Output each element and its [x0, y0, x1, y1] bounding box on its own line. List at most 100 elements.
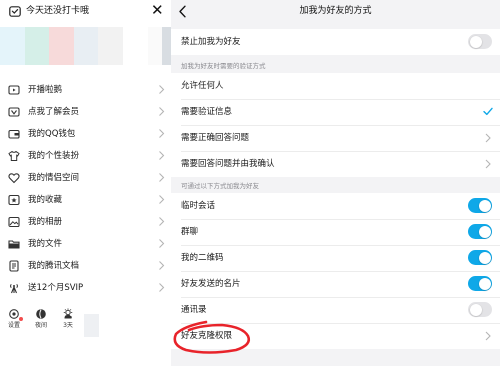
- add-methods-card: 临时会话 群聊 我的二维码 好友发送的名片 通讯录 好友克隆权限: [171, 193, 500, 349]
- photo-icon: [8, 216, 20, 228]
- group-chat-toggle[interactable]: [468, 224, 492, 239]
- method-row-group-chat[interactable]: 群聊: [171, 219, 500, 245]
- method-row-qr-code[interactable]: 我的二维码: [171, 245, 500, 271]
- menu-item-label: 送12个月SVIP: [28, 283, 84, 293]
- friend-add-settings-page: 加我为好友的方式 禁止加我为好友 加我为好友时需要的验证方式 允许任何人 需要验…: [171, 0, 500, 366]
- check-in-status[interactable]: 今天还没打卡哦: [26, 6, 89, 17]
- weather-label: 3天: [63, 322, 73, 329]
- menu-item-wallet[interactable]: 我的QQ钱包: [0, 123, 171, 145]
- menu-item-label: 点我了解会员: [28, 107, 80, 117]
- menu-item-files[interactable]: 我的文件: [0, 233, 171, 255]
- section-header-verification: 加我为好友时需要的验证方式: [181, 62, 266, 70]
- pinned-item[interactable]: [123, 27, 148, 65]
- menu-item-label: 我的相册: [28, 217, 63, 227]
- side-drawer: 今天还没打卡哦 ✕ 开播啦鹅 点我了解会员 我的QQ钱包 我的个性装扮 我的情侣…: [0, 0, 172, 366]
- night-mode-label: 夜间: [34, 322, 47, 329]
- toggle-knob: [478, 199, 491, 212]
- verify-option-answer-and-confirm[interactable]: 需要回答问题并由我确认: [171, 151, 500, 177]
- toggle-knob: [469, 35, 482, 48]
- shirt-icon: [8, 150, 20, 161]
- business-card-toggle[interactable]: [468, 276, 492, 291]
- pinned-items-strip[interactable]: [0, 27, 172, 65]
- chevron-right-icon: [159, 107, 165, 116]
- nav-bar: 加我为好友的方式: [171, 0, 500, 24]
- drawer-bottom-bar: 设置 夜间 3天: [0, 300, 171, 366]
- menu-item-outfit[interactable]: 我的个性装扮: [0, 145, 171, 167]
- wallet-icon: [8, 129, 20, 139]
- method-row-business-card[interactable]: 好友发送的名片: [171, 271, 500, 297]
- method-row-temp-chat[interactable]: 临时会话: [171, 193, 500, 219]
- weather-button[interactable]: 3天: [57, 308, 79, 330]
- pinned-item[interactable]: [147, 27, 163, 65]
- menu-item-label: 我的QQ钱包: [28, 129, 76, 139]
- contacts-toggle[interactable]: [468, 302, 492, 317]
- blurred-region: [84, 314, 99, 337]
- notification-dot: [19, 317, 23, 321]
- drawer-header: 今天还没打卡哦 ✕: [0, 0, 171, 24]
- menu-item-label: 我的收藏: [28, 195, 63, 205]
- chevron-right-icon: [159, 85, 165, 94]
- ban-add-friend-toggle[interactable]: [468, 34, 492, 49]
- chevron-right-icon: [485, 159, 491, 169]
- ban-card: 禁止加我为好友: [171, 29, 500, 55]
- row-label: 需要验证信息: [181, 107, 233, 117]
- method-row-contacts[interactable]: 通讯录: [171, 297, 500, 323]
- sign-in-icon[interactable]: [9, 6, 21, 17]
- menu-item-label: 我的腾讯文档: [28, 261, 80, 271]
- row-label: 禁止加我为好友: [181, 37, 241, 47]
- friend-clone-permission-row[interactable]: 好友克隆权限: [171, 323, 500, 349]
- chevron-right-icon: [485, 133, 491, 143]
- menu-item-favorites[interactable]: 我的收藏: [0, 189, 171, 211]
- temp-chat-toggle[interactable]: [468, 198, 492, 213]
- menu-item-svip-gift[interactable]: 送12个月SVIP: [0, 277, 171, 299]
- section-header-add-methods: 可通过以下方式加我为好友: [181, 182, 259, 190]
- row-label: 通讯录: [181, 305, 207, 315]
- row-label: 群聊: [181, 227, 199, 237]
- pinned-item[interactable]: [0, 27, 25, 65]
- menu-item-live[interactable]: 开播啦鹅: [0, 79, 171, 101]
- row-label: 允许任何人: [181, 81, 224, 91]
- row-label: 好友克隆权限: [181, 331, 233, 341]
- verification-card: 允许任何人 需要验证信息 需要正确回答问题 需要回答问题并由我确认: [171, 73, 500, 177]
- menu-item-label: 我的情侣空间: [28, 173, 80, 183]
- toggle-knob: [478, 225, 491, 238]
- chevron-right-icon: [159, 173, 165, 182]
- verify-option-correct-answer[interactable]: 需要正确回答问题: [171, 125, 500, 151]
- row-label: 需要回答问题并由我确认: [181, 159, 275, 169]
- page-title: 加我为好友的方式: [299, 6, 372, 16]
- star-icon: [8, 194, 20, 206]
- settings-button[interactable]: 设置: [3, 308, 25, 330]
- chevron-right-icon: [159, 239, 165, 248]
- settings-label: 设置: [7, 322, 20, 329]
- menu-item-couple-space[interactable]: 我的情侣空间: [0, 167, 171, 189]
- pinned-item[interactable]: [49, 27, 74, 65]
- toggle-knob: [469, 303, 482, 316]
- verify-option-message[interactable]: 需要验证信息: [171, 99, 500, 125]
- row-label: 好友发送的名片: [181, 279, 241, 289]
- toggle-knob: [478, 277, 491, 290]
- pinned-item[interactable]: [162, 27, 172, 65]
- chevron-right-icon: [159, 129, 165, 138]
- menu-item-label: 我的个性装扮: [28, 151, 80, 161]
- chevron-right-icon: [159, 217, 165, 226]
- pinned-item[interactable]: [98, 27, 124, 65]
- menu-item-album[interactable]: 我的相册: [0, 211, 171, 233]
- row-label: 需要正确回答问题: [181, 133, 250, 143]
- menu-item-vip[interactable]: 点我了解会员: [0, 101, 171, 123]
- qr-code-toggle[interactable]: [468, 250, 492, 265]
- moon-icon: [36, 309, 46, 319]
- pinned-item[interactable]: [24, 27, 50, 65]
- menu-item-label: 我的文件: [28, 239, 63, 249]
- weather-icon: [63, 308, 73, 319]
- chevron-right-icon: [159, 283, 165, 292]
- heart-icon: [8, 173, 20, 184]
- setting-row-ban-add-friend[interactable]: 禁止加我为好友: [171, 29, 500, 55]
- menu-item-label: 开播啦鹅: [28, 85, 63, 95]
- row-label: 我的二维码: [181, 253, 224, 263]
- night-mode-button[interactable]: 夜间: [30, 308, 52, 330]
- menu-item-tencent-docs[interactable]: 我的腾讯文档: [0, 255, 171, 277]
- close-icon[interactable]: ✕: [151, 3, 164, 18]
- signal-icon: [10, 283, 18, 294]
- verify-option-anyone[interactable]: 允许任何人: [171, 73, 500, 99]
- pinned-item[interactable]: [73, 27, 99, 65]
